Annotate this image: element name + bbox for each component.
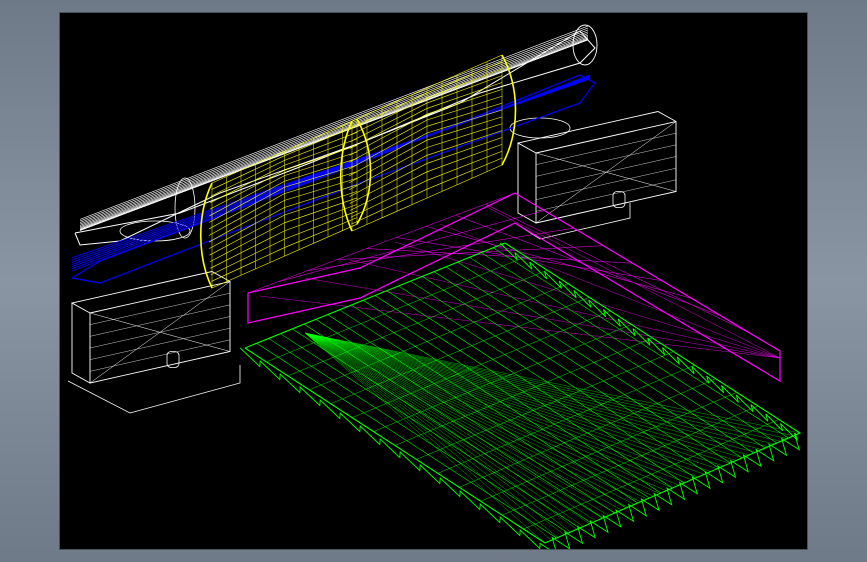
right-nightstand-diag bbox=[535, 121, 677, 224]
mattress-fan-line bbox=[304, 332, 558, 538]
right-pillow-rib bbox=[349, 137, 503, 204]
right-nightstand-cross bbox=[535, 132, 677, 165]
left-pillow-rib bbox=[208, 171, 358, 236]
mattress-fan-line bbox=[304, 332, 552, 541]
left-pillow-rib bbox=[210, 204, 358, 269]
left-nightstand-side bbox=[71, 303, 91, 384]
wireframe-scene bbox=[67, 24, 802, 549]
bed-frame-line bbox=[484, 205, 781, 359]
right-nightstand-side bbox=[517, 143, 537, 224]
mattress-wireframe bbox=[239, 242, 802, 549]
bed-frame-line bbox=[514, 192, 781, 352]
mattress-fan-line bbox=[304, 332, 794, 436]
left-nightstand-diag bbox=[89, 281, 231, 384]
mattress-fan-line bbox=[304, 332, 654, 497]
bed-frame-line bbox=[485, 203, 751, 334]
cad-viewport[interactable] bbox=[60, 13, 807, 549]
mattress-fan-line bbox=[304, 332, 686, 483]
mattress-fan-line bbox=[304, 332, 788, 439]
left-pillow-rib bbox=[211, 125, 358, 190]
right-nightstand-cross bbox=[535, 179, 677, 212]
right-pillow-rib bbox=[351, 61, 503, 129]
left-pillow-rib bbox=[209, 145, 358, 210]
pillow-wireframes bbox=[200, 54, 517, 289]
mattress-fan-line bbox=[304, 332, 571, 533]
headboard-edge-line bbox=[79, 39, 589, 231]
left-nightstand-top bbox=[70, 271, 231, 314]
right-pillow-rib bbox=[349, 95, 503, 163]
left-nightstand-cross bbox=[89, 327, 231, 360]
bed-frame-line bbox=[455, 214, 722, 317]
blue-roll-line bbox=[71, 78, 591, 259]
right-pillow-rib bbox=[350, 150, 503, 218]
bed-frame-line bbox=[349, 259, 781, 359]
bed-frame-line bbox=[394, 241, 781, 359]
right-nightstand-cross bbox=[535, 167, 677, 200]
headboard-edge-line bbox=[79, 34, 589, 227]
headboard-edge-line bbox=[79, 29, 589, 223]
headboard-fin bbox=[509, 117, 571, 139]
mattress-fan-line bbox=[304, 332, 565, 535]
left-nightstand-cross bbox=[89, 339, 231, 372]
headboard-edge-line bbox=[79, 37, 589, 230]
headboard-edge-line bbox=[79, 25, 589, 220]
bed-frame-line bbox=[277, 210, 545, 283]
mattress-fan-line bbox=[304, 332, 546, 544]
headboard-edge-line bbox=[79, 38, 589, 230]
right-nightstand-cross bbox=[535, 144, 677, 177]
left-base-outline bbox=[67, 365, 241, 414]
mattress-mesh-line bbox=[266, 256, 527, 363]
left-nightstand-cross bbox=[89, 292, 231, 325]
mattress-outline bbox=[244, 242, 802, 544]
left-nightstand-cross bbox=[89, 304, 231, 337]
